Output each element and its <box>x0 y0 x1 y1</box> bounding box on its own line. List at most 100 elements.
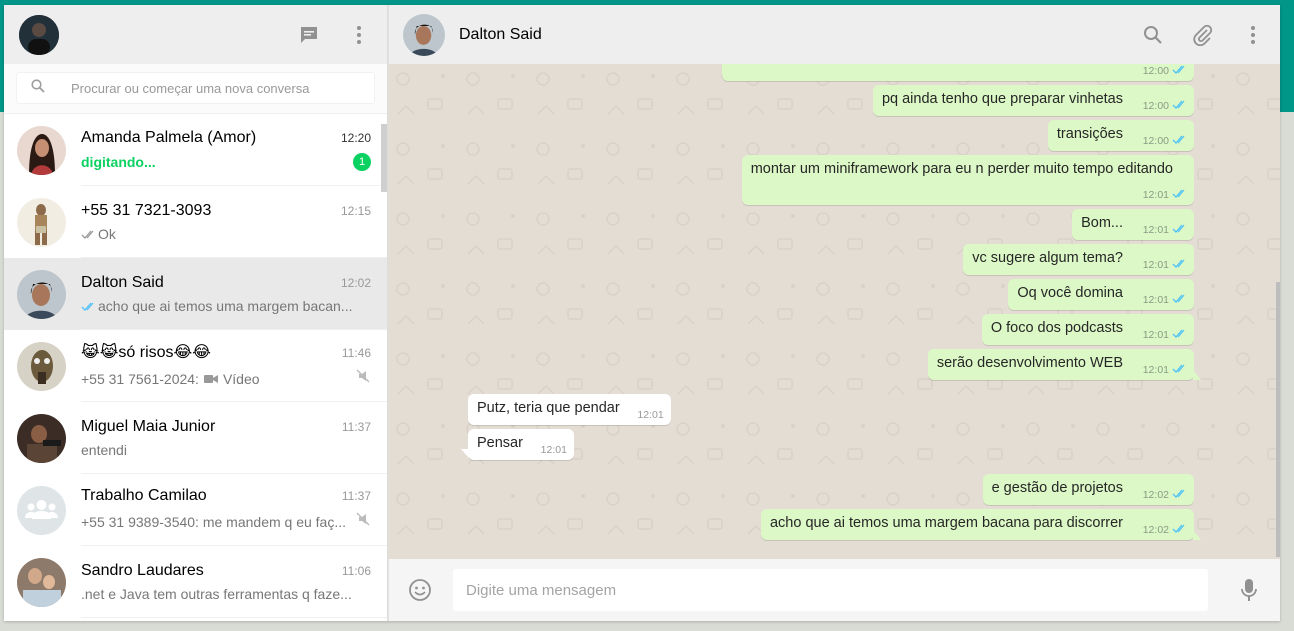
read-tick-icon <box>1172 489 1187 501</box>
message-bubble[interactable]: Bom... 12:01 <box>1072 209 1194 240</box>
chat-item[interactable]: 😹😹só risos😂😂 11:46 +55 31 7561-2024: Vídeo <box>4 330 387 402</box>
message-bubble[interactable]: montar um miniframework para eu n perder… <box>741 155 1194 205</box>
chat-name: 😹😹só risos😂😂 <box>81 344 211 361</box>
chat-time: 11:46 <box>341 346 371 360</box>
messages-scrollbar[interactable] <box>1276 282 1280 557</box>
microphone-icon[interactable] <box>1236 577 1262 603</box>
chat-preview: digitando... <box>81 153 156 170</box>
message-time: 12:01 <box>637 409 664 421</box>
contact-avatar <box>17 341 66 391</box>
search-input[interactable] <box>71 80 351 96</box>
bubble-tail <box>1193 530 1201 540</box>
read-tick-icon <box>1172 224 1187 236</box>
contact-avatar[interactable] <box>403 13 445 56</box>
unread-badge: 1 <box>353 152 371 171</box>
message-time: 12:01 <box>1142 364 1169 376</box>
message-bubble[interactable]: vc sugere algum tema? 12:01 <box>963 244 1194 275</box>
chat-time: 11:06 <box>341 563 371 578</box>
search-icon <box>31 78 45 98</box>
message-bubble[interactable]: serão desenvolvimento WEB 12:01 <box>927 349 1201 380</box>
message-bubble[interactable]: transições 12:00 <box>1047 120 1194 151</box>
message-time: 12:01 <box>1142 294 1169 306</box>
chat-item[interactable]: +55 31 7321-3093 12:15 Ok <box>4 186 387 258</box>
chat-header: Dalton Said <box>388 5 1280 64</box>
message-bubble[interactable]: Pensar 12:01 <box>461 429 574 460</box>
message-bubble[interactable]: 12:00 <box>722 64 1194 81</box>
chat-preview: Ok <box>98 225 116 242</box>
read-tick-icon <box>1172 364 1187 376</box>
chat-item[interactable]: Miguel Maia Junior 11:37 entendi <box>4 402 387 474</box>
chat-name: Amanda Palmela (Amor) <box>81 128 257 146</box>
message-time: 12:01 <box>1142 259 1169 271</box>
message-time: 12:01 <box>1142 189 1169 201</box>
message-bubble[interactable]: acho que ai temos uma margem bacana para… <box>760 509 1201 540</box>
chat-item[interactable]: Dalton Said 12:02 acho que ai temos uma m… <box>4 258 387 330</box>
chat-item[interactable]: Trabalho Camilao 11:37 +55 31 9389-3540: … <box>4 474 387 546</box>
search-bar <box>4 64 387 114</box>
menu-icon[interactable] <box>346 22 372 48</box>
chat-preview: +55 31 9389-3540: me mandem q eu faç... <box>81 513 347 530</box>
search-box <box>16 72 375 104</box>
chat-name: Dalton Said <box>81 273 164 291</box>
message-time: 12:02 <box>1142 524 1169 536</box>
message-input[interactable] <box>453 569 1208 611</box>
sidebar-scrollbar[interactable] <box>381 124 387 192</box>
sidebar-header <box>4 5 387 64</box>
message-bubble[interactable]: Putz, teria que pendar 12:01 <box>468 394 671 425</box>
read-tick-icon <box>1172 135 1187 147</box>
contact-avatar <box>17 557 66 607</box>
menu-icon[interactable] <box>1240 22 1266 48</box>
message-bubble[interactable]: pq ainda tenho que preparar vinhetas 12:… <box>872 85 1194 116</box>
my-avatar[interactable] <box>19 14 59 55</box>
chat-name: Trabalho Camilao <box>81 487 207 504</box>
chat-title[interactable]: Dalton Said <box>459 26 542 44</box>
read-tick-icon <box>1172 259 1187 271</box>
read-tick-icon <box>1172 189 1187 201</box>
chat-preview: acho que ai temos uma margem bacan... <box>98 297 353 314</box>
double-tick-icon <box>81 298 96 314</box>
read-tick-icon <box>1172 524 1187 536</box>
chat-list: Amanda Palmela (Amor) 12:20 digitando... 1… <box>4 114 387 621</box>
muted-icon <box>355 511 371 532</box>
chat-panel: Dalton Said 12:00 pq ainda tenho que pre… <box>388 5 1280 621</box>
message-time: 12:00 <box>1142 65 1169 77</box>
double-tick-icon <box>81 226 96 242</box>
contact-avatar <box>17 197 66 247</box>
search-icon[interactable] <box>1140 22 1166 48</box>
new-chat-icon[interactable] <box>296 22 322 48</box>
message-time: 12:01 <box>1142 329 1169 341</box>
message-bubble[interactable]: O foco dos podcasts 12:01 <box>981 314 1194 345</box>
message-time: 12:02 <box>1142 489 1169 501</box>
message-time: 12:01 <box>1142 224 1169 236</box>
message-bubble[interactable]: e gestão de projetos 12:02 <box>982 474 1194 505</box>
composer <box>388 559 1280 621</box>
message-area: 12:00 pq ainda tenho que preparar vinhet… <box>388 64 1280 559</box>
message-text: pq ainda tenho que preparar vinhetas <box>881 91 1123 107</box>
chat-name: Miguel Maia Junior <box>81 417 216 435</box>
muted-icon <box>355 368 371 389</box>
message-time: 12:00 <box>1142 135 1169 147</box>
bubble-tail <box>1193 370 1201 380</box>
chat-name: Sandro Laudares <box>81 561 204 579</box>
attach-icon[interactable] <box>1190 22 1216 48</box>
message-time: 12:01 <box>540 444 567 456</box>
chat-time: 12:02 <box>340 275 371 290</box>
video-icon <box>203 371 218 387</box>
chat-item[interactable]: Amanda Palmela (Amor) 12:20 digitando... 1 <box>4 114 387 186</box>
chat-item[interactable]: Sandro Laudares 11:06 .net e Java tem out… <box>4 546 387 618</box>
chat-preview: .net e Java tem outras ferramentas q faz… <box>81 585 352 602</box>
contact-avatar <box>17 269 66 319</box>
message-time: 12:00 <box>1142 100 1169 112</box>
app-window: Amanda Palmela (Amor) 12:20 digitando... 1… <box>4 5 1280 621</box>
contact-avatar <box>17 413 66 463</box>
message-bubble[interactable]: Oq você domina 12:01 <box>1008 279 1194 310</box>
chat-preview-sender: +55 31 7561-2024: <box>81 370 199 387</box>
emoji-icon[interactable] <box>407 577 433 603</box>
sidebar: Amanda Palmela (Amor) 12:20 digitando... 1… <box>4 5 388 621</box>
read-tick-icon <box>1172 329 1187 341</box>
message-text: Putz, teria que pendar <box>477 400 620 416</box>
read-tick-icon <box>1172 100 1187 112</box>
chat-preview: entendi <box>81 441 127 458</box>
chat-name: +55 31 7321-3093 <box>81 201 212 219</box>
chat-time: 12:20 <box>340 130 371 145</box>
